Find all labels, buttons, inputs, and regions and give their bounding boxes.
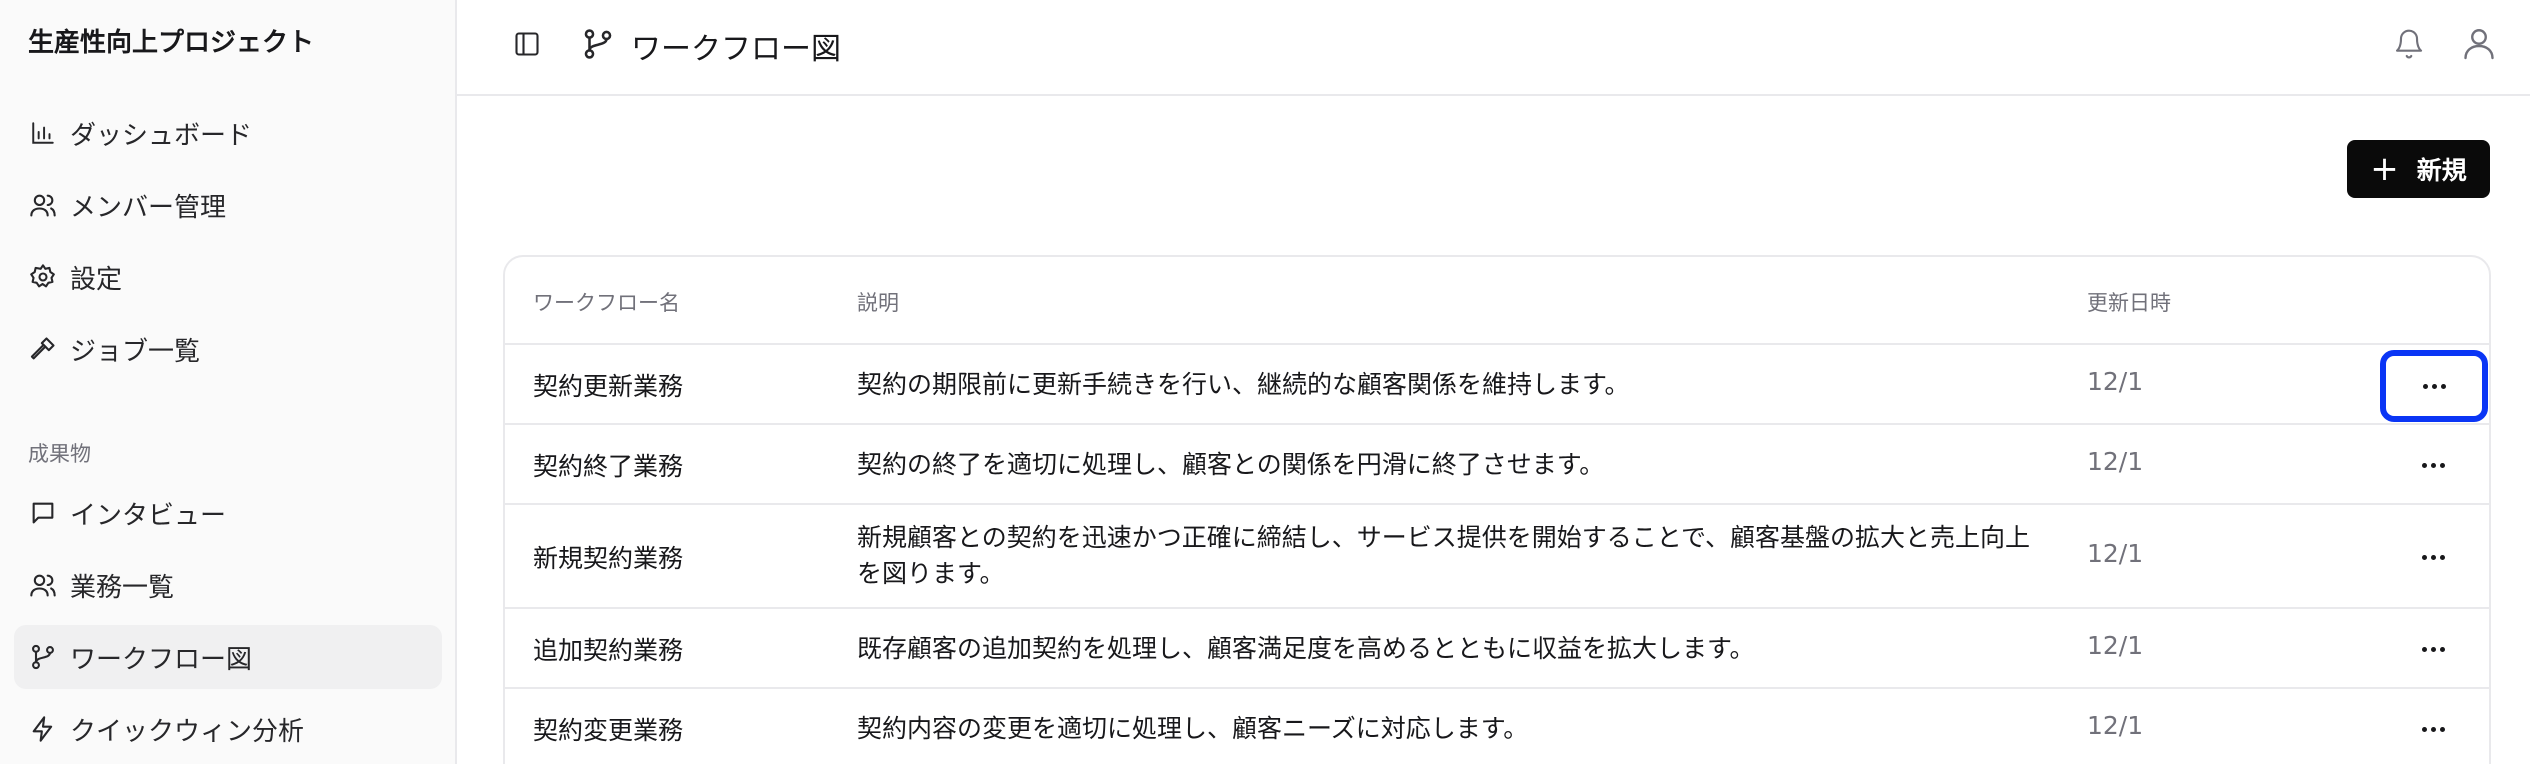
table-row[interactable]: 契約終了業務 契約の終了を適切に処理し、顧客との関係を円滑に終了させます。 12… xyxy=(505,425,2489,505)
row-actions-button[interactable] xyxy=(2383,617,2483,681)
section-label-deliverables: 成果物 xyxy=(28,442,91,466)
table-header: ワークフロー名 説明 更新日時 xyxy=(505,257,2489,345)
sidebar: 生産性向上プロジェクト ダッシュボード メンバー管理 設定 ジョブ一覧 成果物 … xyxy=(0,0,457,764)
sidebar-item-jobs[interactable]: ジョブ一覧 xyxy=(14,317,442,381)
sidebar-item-label: ワークフロー図 xyxy=(70,644,253,675)
user-icon xyxy=(2461,24,2497,66)
lightning-icon xyxy=(28,714,58,744)
git-branch-icon xyxy=(579,24,617,64)
table-row[interactable]: 契約更新業務 契約の期限前に更新手続きを行い、継続的な顧客関係を維持します。 1… xyxy=(505,345,2489,425)
workflow-description: 契約の期限前に更新手続きを行い、継続的な顧客関係を維持します。 xyxy=(857,370,1630,399)
column-header-description[interactable]: 説明 xyxy=(857,287,899,317)
row-actions-button[interactable] xyxy=(2383,697,2483,761)
notifications-button[interactable] xyxy=(2389,24,2429,68)
new-button-label: 新規 xyxy=(2416,156,2467,185)
workflow-description: 契約の終了を適切に処理し、顧客との関係を円滑に終了させます。 xyxy=(857,450,1605,479)
more-horizontal-icon xyxy=(2421,554,2445,560)
sidebar-item-dashboard[interactable]: ダッシュボード xyxy=(14,101,442,165)
new-workflow-button[interactable]: + 新規 xyxy=(2347,140,2490,198)
row-actions-button[interactable] xyxy=(2383,525,2483,589)
sidebar-item-label: 設定 xyxy=(70,264,123,295)
workflow-name: 新規契約業務 xyxy=(533,544,684,573)
users-icon xyxy=(28,190,58,220)
sidebar-item-workflow[interactable]: ワークフロー図 xyxy=(14,625,442,689)
sidebar-item-label: メンバー管理 xyxy=(70,192,227,223)
row-actions-button[interactable] xyxy=(2380,350,2488,422)
top-bar: ワークフロー図 xyxy=(457,0,2530,96)
chat-icon xyxy=(28,498,58,528)
updated-date: 12/1 xyxy=(2087,367,2144,396)
table-row[interactable]: 追加契約業務 既存顧客の追加契約を処理し、顧客満足度を高めるとともに収益を拡大し… xyxy=(505,609,2489,689)
workflow-name: 契約更新業務 xyxy=(533,372,684,401)
sidebar-item-quickwin[interactable]: クイックウィン分析 xyxy=(14,697,442,761)
user-menu-button[interactable] xyxy=(2457,22,2501,68)
sidebar-item-settings[interactable]: 設定 xyxy=(14,245,442,309)
users-icon xyxy=(28,570,58,600)
more-horizontal-icon xyxy=(2422,383,2446,389)
sidebar-toggle-button[interactable] xyxy=(507,26,547,66)
workflow-table: ワークフロー名 説明 更新日時 契約更新業務 契約の期限前に更新手続きを行い、継… xyxy=(503,255,2491,764)
more-horizontal-icon xyxy=(2421,726,2445,732)
workflow-description: 新規顧客との契約を迅速かつ正確に締結し、サービス提供を開始することで、顧客基盤の… xyxy=(857,523,2031,588)
bell-icon xyxy=(2393,27,2425,65)
workflow-description: 契約内容の変更を適切に処理し、顧客ニーズに対応します。 xyxy=(857,714,1529,743)
updated-date: 12/1 xyxy=(2087,711,2144,740)
row-actions-button[interactable] xyxy=(2383,433,2483,497)
workflow-name: 契約変更業務 xyxy=(533,716,684,745)
gear-icon xyxy=(28,262,58,292)
sidebar-item-label: インタビュー xyxy=(70,500,227,531)
updated-date: 12/1 xyxy=(2087,447,2144,476)
app-title: 生産性向上プロジェクト xyxy=(28,28,315,58)
column-header-updated[interactable]: 更新日時 xyxy=(2087,287,2171,317)
sidebar-item-label: ダッシュボード xyxy=(70,120,253,151)
workflow-name: 契約終了業務 xyxy=(533,452,684,481)
panel-left-icon xyxy=(513,30,541,62)
table-row[interactable]: 新規契約業務 新規顧客との契約を迅速かつ正確に締結し、サービス提供を開始すること… xyxy=(505,505,2489,609)
page-title: ワークフロー図 xyxy=(631,32,841,67)
sidebar-item-interview[interactable]: インタビュー xyxy=(14,481,442,545)
table-row[interactable]: 契約変更業務 契約内容の変更を適切に処理し、顧客ニーズに対応します。 12/1 xyxy=(505,689,2489,764)
sidebar-item-tasks[interactable]: 業務一覧 xyxy=(14,553,442,617)
workflow-description: 既存顧客の追加契約を処理し、顧客満足度を高めるとともに収益を拡大します。 xyxy=(857,634,1755,663)
plus-icon: + xyxy=(2370,149,2399,189)
updated-date: 12/1 xyxy=(2087,539,2144,568)
more-horizontal-icon xyxy=(2421,462,2445,468)
hammer-icon xyxy=(28,334,58,364)
bar-chart-icon xyxy=(28,118,58,148)
sidebar-item-label: 業務一覧 xyxy=(70,572,175,603)
more-horizontal-icon xyxy=(2421,646,2445,652)
sidebar-item-label: クイックウィン分析 xyxy=(70,716,305,747)
updated-date: 12/1 xyxy=(2087,631,2144,660)
column-header-name[interactable]: ワークフロー名 xyxy=(533,287,680,317)
sidebar-item-label: ジョブ一覧 xyxy=(70,336,201,367)
sidebar-item-members[interactable]: メンバー管理 xyxy=(14,173,442,237)
git-branch-icon xyxy=(28,642,58,672)
workflow-name: 追加契約業務 xyxy=(533,636,684,665)
